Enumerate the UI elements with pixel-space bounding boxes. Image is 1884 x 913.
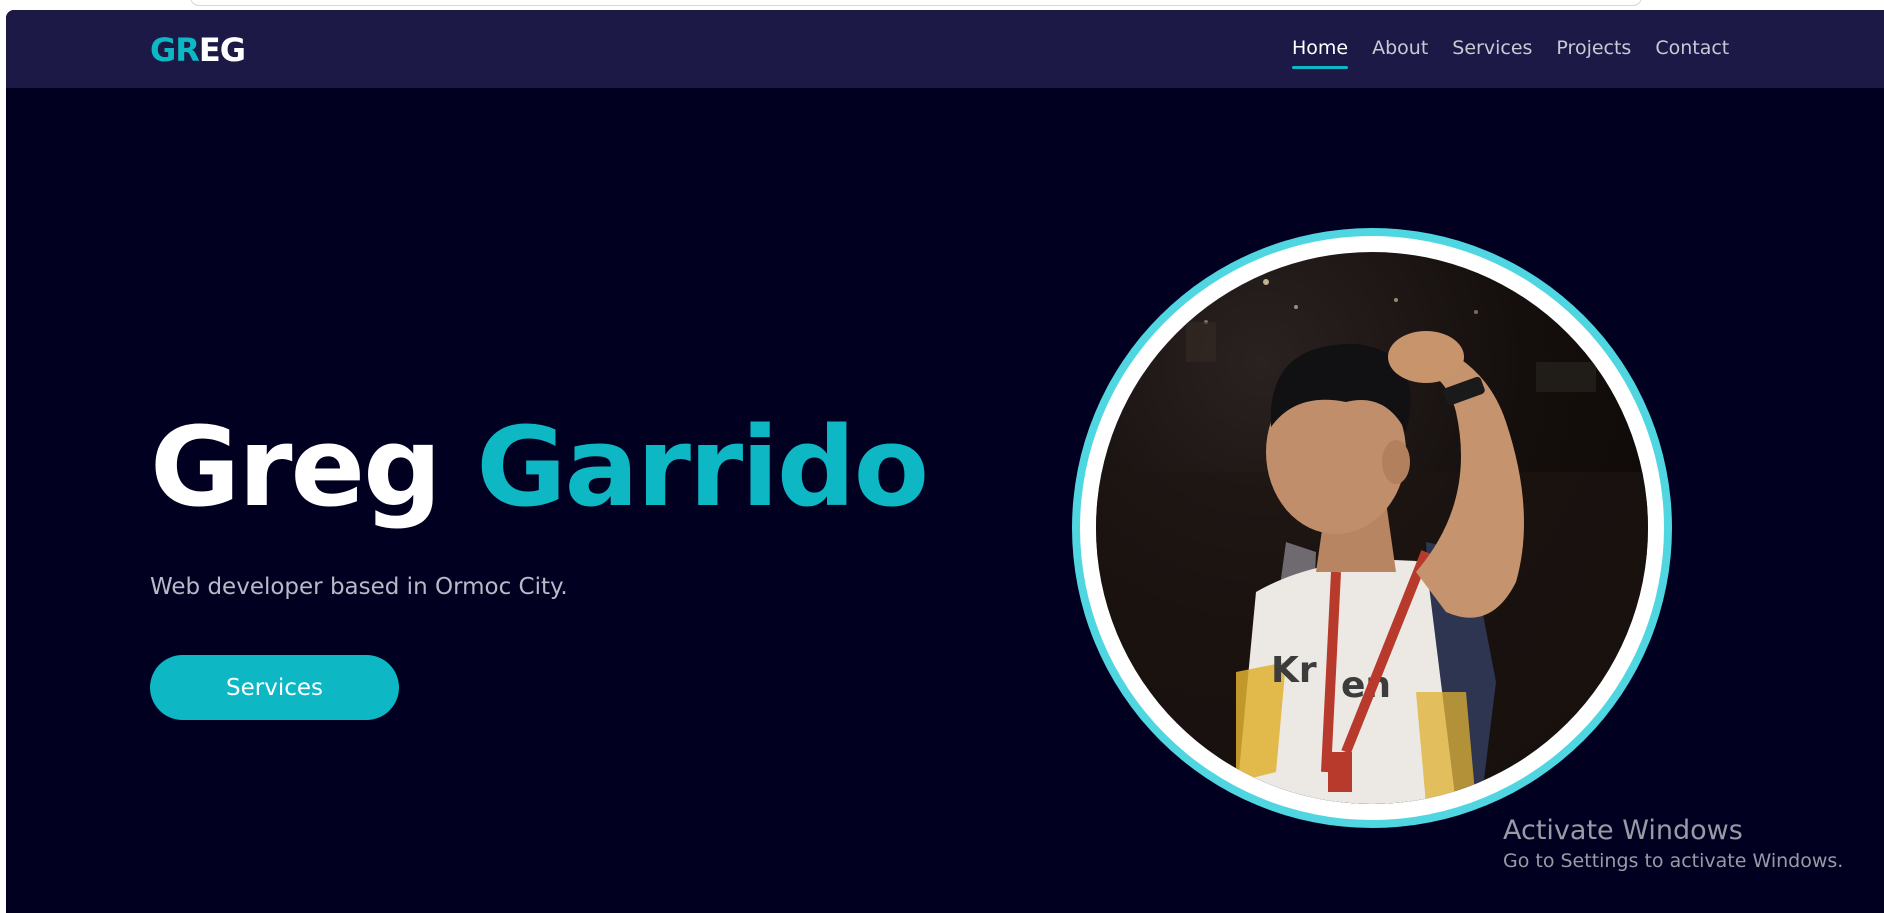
address-bar[interactable] [190,0,1642,6]
nav-link-home[interactable]: Home [1292,37,1349,69]
nav-link-projects[interactable]: Projects [1556,37,1631,69]
hero-tagline: Web developer based in Ormoc City. [150,574,568,600]
nav-link-contact[interactable]: Contact [1655,37,1729,69]
svg-text:Kr: Kr [1271,650,1317,691]
services-button[interactable]: Services [150,655,399,720]
navbar: GREG Home About Services Projects Contac… [6,10,1884,88]
watermark-title: Activate Windows [1503,815,1743,846]
hero-name: Greg Garrido [150,402,929,532]
profile-photo: Kr en [1096,252,1648,804]
person-photo-illustration: Kr en [1096,279,1648,804]
page-viewport: GREG Home About Services Projects Contac… [6,10,1884,913]
portrait-ring: Kr en [1072,228,1672,828]
nav-links: Home About Services Projects Contact [1292,37,1729,69]
watermark-subtitle: Go to Settings to activate Windows. [1503,850,1844,872]
hero-first-name: Greg [150,403,442,531]
logo[interactable]: GREG [150,30,246,70]
windows-activation-watermark: Activate Windows Go to Settings to activ… [1503,814,1843,874]
logo-accent: GR [150,31,200,69]
browser-top-strip [0,0,1884,10]
portrait-border: Kr en [1080,236,1664,820]
nav-link-about[interactable]: About [1372,37,1428,69]
logo-rest: EG [198,31,246,69]
nav-link-services[interactable]: Services [1452,37,1532,69]
hero-last-name: Garrido [476,403,929,531]
